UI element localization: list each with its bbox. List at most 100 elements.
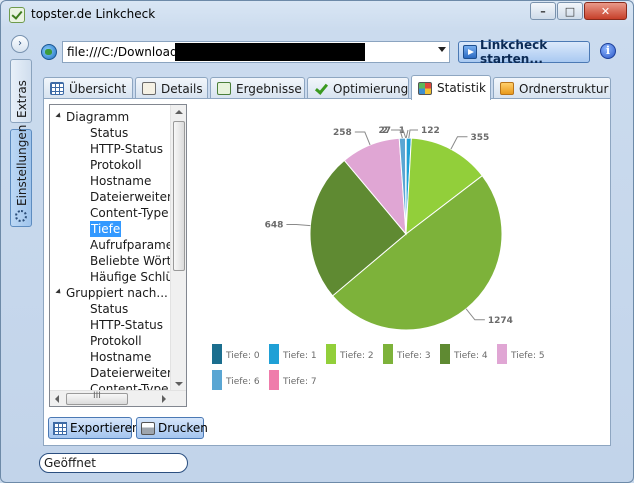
window-title: topster.de Linkcheck	[31, 7, 156, 21]
legend-swatch	[383, 344, 393, 364]
extras-tab-label: Extras	[15, 80, 29, 118]
tree-horizontal-scrollbar[interactable]: III	[50, 390, 186, 406]
address-value[interactable]: file:///C:/Downloads/	[67, 45, 188, 59]
scroll-up-icon[interactable]	[175, 110, 183, 114]
tab-label: Statistik	[437, 81, 486, 95]
data-label: 2	[382, 126, 388, 136]
statistics-icon	[418, 81, 432, 95]
expand-triangle-icon[interactable]	[55, 288, 63, 296]
start-linkcheck-button[interactable]: Linkcheck starten...	[458, 38, 590, 66]
scroll-thumb-horizontal[interactable]: III	[66, 391, 128, 405]
side-rail: › Extras Einstellungen	[8, 33, 34, 453]
legend-label: Tiefe: 6	[225, 377, 260, 387]
tab-label: Optimierung	[333, 81, 409, 96]
statistics-panel: Diagramm Status HTTP-Status Protokoll Hostna…	[43, 98, 611, 446]
pie-chart: 1 1223551274648258 272Tiefe: 0 Tiefe: 1 Tief…	[212, 126, 545, 390]
chart-selector-tree[interactable]: Diagramm Status HTTP-Status Protokoll Hostna…	[49, 104, 187, 407]
settings-tab[interactable]: Einstellungen	[10, 125, 32, 227]
legend-swatch	[212, 370, 222, 390]
minimize-button[interactable]: –	[530, 2, 556, 20]
scroll-left-icon[interactable]	[55, 395, 59, 403]
redacted-path	[175, 43, 365, 61]
legend-label: Tiefe: 5	[510, 351, 545, 361]
leader-line	[286, 223, 311, 227]
window-controls: – □ ✕	[529, 2, 627, 20]
table-icon	[53, 421, 67, 435]
status-field: Geöffnet	[39, 453, 188, 473]
globe-icon	[41, 44, 57, 60]
minimize-icon: –	[540, 4, 546, 18]
export-button[interactable]: Exportieren	[48, 417, 140, 439]
expand-triangle-icon[interactable]	[55, 112, 63, 120]
tree-item-label: HTTP-Status	[90, 142, 164, 156]
legend-swatch	[326, 344, 336, 364]
grid-icon	[50, 82, 64, 95]
tree-item-label: Status	[90, 126, 129, 140]
legend-label: Tiefe: 0	[225, 351, 260, 361]
legend-label: Tiefe: 3	[396, 351, 431, 361]
address-combobox[interactable]: file:///C:/Downloads/	[62, 41, 450, 63]
bubble-icon	[217, 82, 231, 95]
leader-line	[408, 129, 418, 139]
tree-group-label: Diagramm	[66, 110, 130, 124]
leader-line	[405, 129, 409, 139]
data-label: 355	[470, 133, 489, 143]
tree-group-label: Gruppiert nach...	[66, 286, 168, 300]
folder-icon	[500, 82, 514, 95]
tab-label: Details	[161, 81, 203, 96]
legend-label: Tiefe: 1	[282, 351, 317, 361]
chevron-right-icon: ›	[18, 38, 22, 49]
settings-tab-label: Einstellungen	[15, 124, 29, 206]
tab-uebersicht[interactable]: Übersicht	[43, 77, 133, 99]
tree-item-label: Dateierweiteru	[90, 366, 180, 380]
leader-line	[465, 308, 485, 321]
pie-chart-area: 1 122 355 1274 648 258 27 2 Tiefe: 0 Tiefe: 1 Tief…	[194, 104, 606, 442]
legend-label: Tiefe: 2	[339, 351, 374, 361]
start-linkcheck-label: Linkcheck starten...	[480, 38, 548, 66]
printer-icon	[141, 421, 155, 435]
scroll-right-icon[interactable]	[162, 395, 166, 403]
data-label: 122	[421, 126, 440, 136]
info-icon: i	[605, 44, 611, 57]
title-bar: topster.de Linkcheck – □ ✕	[1, 1, 633, 29]
tab-statistik[interactable]: Statistik	[411, 75, 491, 100]
tree-item-label: Status	[90, 302, 129, 316]
tab-ordnerstruktur[interactable]: Ordnerstruktur	[493, 77, 611, 99]
tab-optimierung[interactable]: Optimierung	[307, 77, 409, 99]
app-logo-icon	[9, 7, 25, 23]
dropdown-arrow-icon[interactable]	[438, 47, 446, 52]
maximize-icon: □	[564, 4, 576, 18]
tab-details[interactable]: Details	[135, 77, 208, 99]
tab-label: Übersicht	[69, 81, 127, 96]
tree-item-label: Protokoll	[90, 158, 142, 172]
tree-item-label: Aufrufparamet	[90, 238, 178, 252]
scroll-thumb[interactable]	[173, 121, 185, 271]
tree-item-label: Beliebte Wörte	[90, 254, 179, 268]
tree-item-label: Content-Type	[90, 206, 169, 220]
close-icon: ✕	[600, 4, 611, 18]
legend-swatch	[212, 344, 222, 364]
legend-swatch	[497, 344, 507, 364]
tab-label: Ordnerstruktur	[519, 81, 609, 96]
tree-item-label: Protokoll	[90, 334, 142, 348]
info-button[interactable]: i	[600, 43, 616, 59]
maximize-button[interactable]: □	[557, 2, 583, 20]
tree-item-label: Hostname	[90, 350, 152, 364]
tree-item-label: Häufige Schlüs	[90, 270, 180, 284]
legend-label: Tiefe: 4	[453, 351, 488, 361]
gear-icon	[15, 210, 27, 222]
scroll-down-icon[interactable]	[175, 382, 183, 386]
tree-item-label: Hostname	[90, 174, 152, 188]
tab-ergebnisse[interactable]: Ergebnisse	[210, 77, 305, 99]
tab-label: Ergebnisse	[236, 81, 302, 96]
tree-vertical-scrollbar[interactable]	[170, 105, 186, 391]
legend-label: Tiefe: 7	[282, 377, 317, 387]
close-button[interactable]: ✕	[584, 2, 627, 20]
tree-item-label: Dateierweiteru	[90, 190, 180, 204]
expand-rail-button[interactable]: ›	[11, 35, 29, 53]
legend-swatch	[269, 370, 279, 390]
data-label: 1274	[488, 316, 513, 326]
legend-swatch	[440, 344, 450, 364]
extras-tab[interactable]: Extras	[10, 59, 32, 123]
leader-line	[450, 136, 468, 150]
